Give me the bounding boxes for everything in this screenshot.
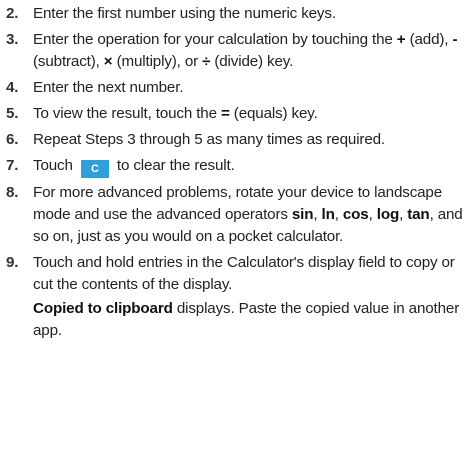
- step-text: Repeat Steps 3 through 5 as many times a…: [33, 131, 385, 148]
- step-6: 6. Repeat Steps 3 through 5 as many time…: [6, 129, 469, 151]
- step-text: (equals) key.: [229, 105, 318, 122]
- step-text: ,: [368, 206, 377, 223]
- step-number: 9.: [6, 254, 19, 271]
- step-8: 8. For more advanced problems, rotate yo…: [6, 182, 469, 248]
- equals-key-symbol: =: [220, 105, 230, 122]
- clear-key-icon: C: [80, 160, 109, 178]
- step-5: 5. To view the result, touch the = (equa…: [6, 103, 469, 125]
- step-text: to clear the result.: [112, 157, 235, 174]
- step-text: Touch and hold entries in the Calculator…: [33, 254, 455, 293]
- multiply-key-symbol: ×: [103, 53, 113, 70]
- cos-operator: cos: [342, 206, 369, 223]
- step-text: Touch: [33, 157, 77, 174]
- instruction-page: 2. Enter the first number using the nume…: [0, 0, 473, 456]
- step-9: 9. Touch and hold entries in the Calcula…: [6, 252, 469, 342]
- step-text: (add),: [405, 31, 453, 48]
- step-text: ,: [313, 206, 322, 223]
- step-text: To view the result, touch the: [33, 105, 221, 122]
- step-9-note: Copied to clipboard displays. Paste the …: [33, 298, 469, 342]
- step-number: 3.: [6, 31, 19, 48]
- step-text: Enter the next number.: [33, 79, 184, 96]
- step-number: 7.: [6, 157, 19, 174]
- step-text: (subtract),: [33, 53, 104, 70]
- sin-operator: sin: [291, 206, 314, 223]
- log-operator: log: [376, 206, 400, 223]
- step-text: (divide) key.: [210, 53, 294, 70]
- subtract-key-symbol: -: [452, 31, 458, 48]
- step-text: Enter the first number using the numeric…: [33, 5, 336, 22]
- step-3: 3. Enter the operation for your calculat…: [6, 29, 469, 73]
- ln-operator: ln: [321, 206, 335, 223]
- step-4: 4. Enter the next number.: [6, 77, 469, 99]
- step-text: ,: [334, 206, 343, 223]
- copied-to-clipboard-text: Copied to clipboard: [33, 300, 173, 317]
- step-2: 2. Enter the first number using the nume…: [6, 3, 469, 25]
- step-number: 8.: [6, 184, 19, 201]
- step-text: Enter the operation for your calculation…: [33, 31, 397, 48]
- step-number: 4.: [6, 79, 19, 96]
- add-key-symbol: +: [396, 31, 406, 48]
- step-number: 2.: [6, 5, 19, 22]
- step-text: (multiply), or: [112, 53, 203, 70]
- tan-operator: tan: [407, 206, 430, 223]
- step-7: 7. Touch C to clear the result.: [6, 155, 469, 178]
- calculator-steps-list: 2. Enter the first number using the nume…: [6, 3, 469, 342]
- step-number: 6.: [6, 131, 19, 148]
- step-number: 5.: [6, 105, 19, 122]
- step-text: ,: [399, 206, 408, 223]
